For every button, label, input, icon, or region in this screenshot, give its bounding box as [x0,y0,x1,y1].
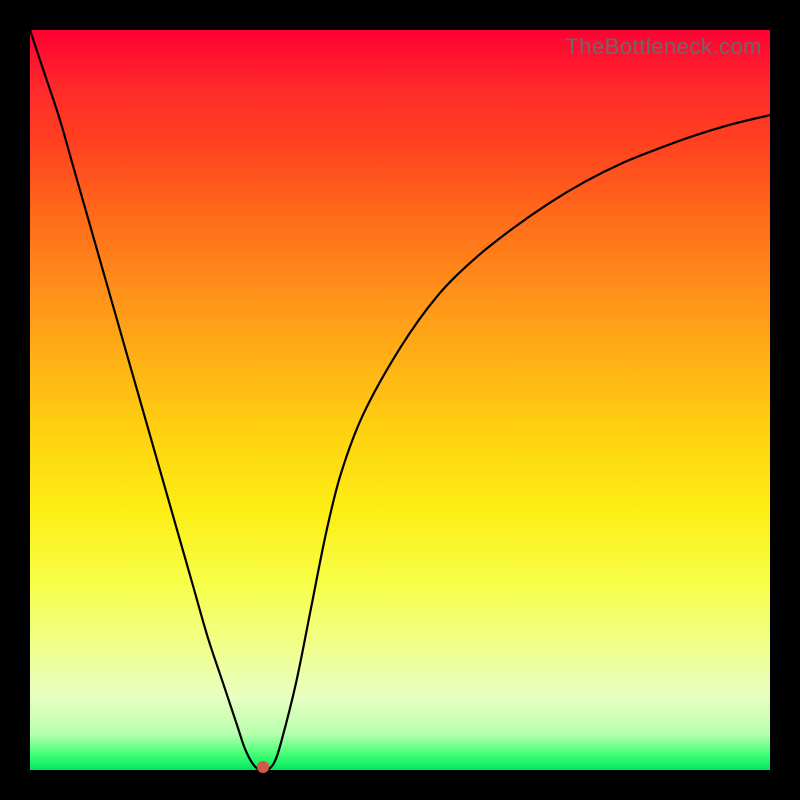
plot-area: TheBottleneck.com [30,30,770,770]
min-marker [257,761,269,773]
bottleneck-curve [30,30,770,771]
chart-svg [30,30,770,770]
chart-frame: TheBottleneck.com [0,0,800,800]
watermark-text: TheBottleneck.com [565,34,762,60]
